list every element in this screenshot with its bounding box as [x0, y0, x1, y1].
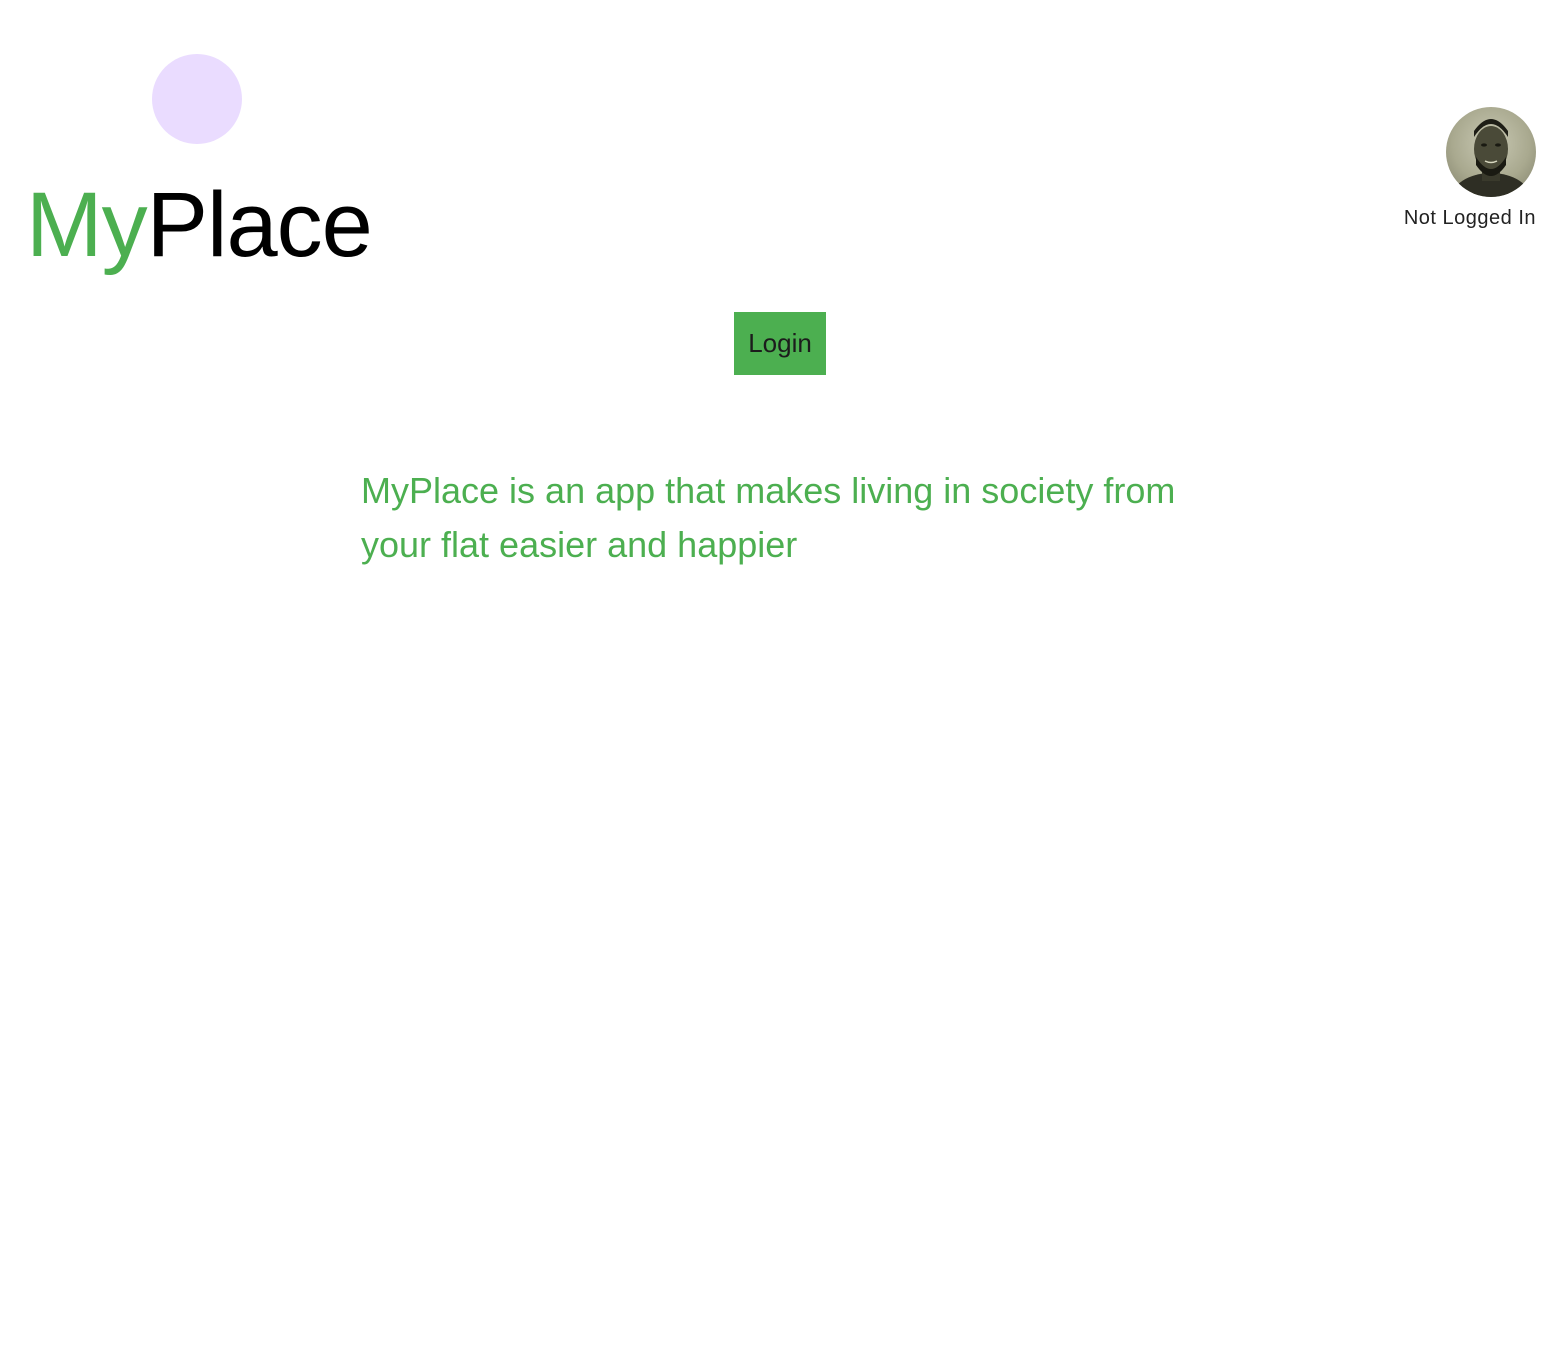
- app-logo: MyPlace: [26, 170, 373, 280]
- app-tagline: MyPlace is an app that makes living in s…: [361, 470, 1176, 565]
- decorative-circle: [152, 54, 242, 144]
- login-status-text: Not Logged In: [1403, 207, 1536, 229]
- user-avatar-icon: [1451, 119, 1531, 197]
- profile-section: Not Logged In: [1404, 107, 1536, 230]
- login-button[interactable]: Login: [734, 312, 826, 375]
- logo-place: Place: [146, 174, 373, 276]
- avatar[interactable]: [1446, 107, 1536, 197]
- logo-my: My: [26, 174, 148, 276]
